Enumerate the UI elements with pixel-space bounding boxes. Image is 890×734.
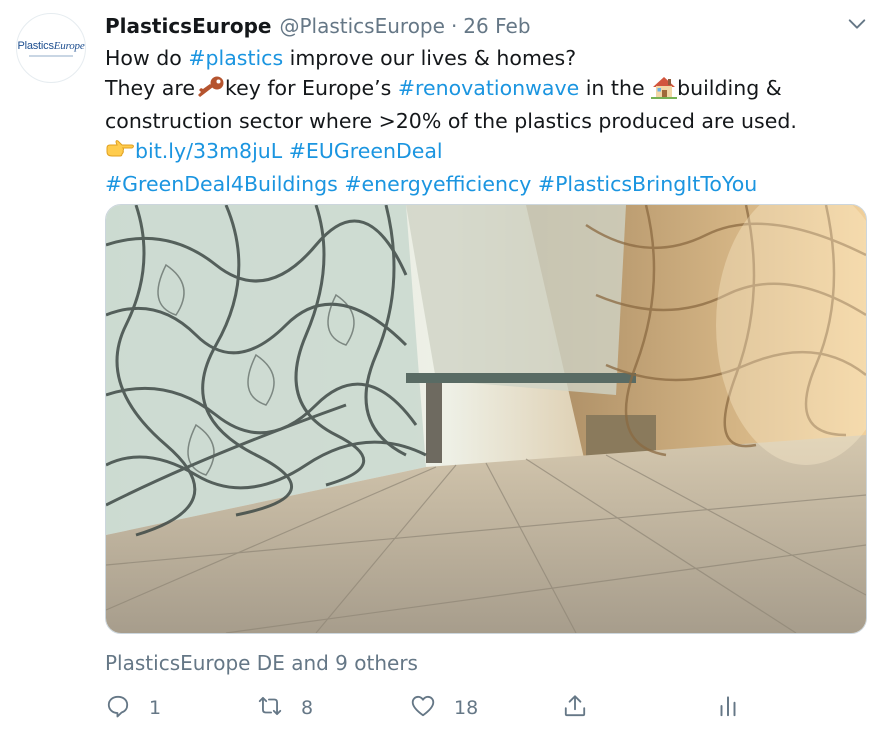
tweet-line-5: #GreenDeal4Buildings #energyefficiency #…: [105, 170, 865, 200]
reply-button[interactable]: 1: [105, 690, 161, 726]
avatar-logo: PlasticsEurope: [17, 39, 85, 52]
hashtag-energyefficiency[interactable]: #energyefficiency: [344, 172, 531, 196]
tweet-image[interactable]: [105, 204, 867, 634]
avatar[interactable]: PlasticsEurope: [16, 13, 86, 83]
header-separator: ·: [450, 14, 458, 38]
tweet-actions: 1 8 18: [105, 690, 765, 726]
text-segment: in the: [579, 75, 652, 100]
like-button[interactable]: 18: [410, 690, 478, 726]
share-button[interactable]: [562, 690, 588, 726]
hashtag-eugreendeal[interactable]: #EUGreenDeal: [289, 139, 443, 163]
author-handle[interactable]: @PlasticsEurope: [279, 14, 444, 38]
retweet-button[interactable]: 8: [257, 690, 313, 726]
like-icon: [410, 693, 436, 724]
hashtag-plastics[interactable]: #plastics: [188, 46, 283, 70]
tweet-line-1: How do #plastics improve our lives & hom…: [105, 44, 865, 74]
text-segment: How do: [105, 46, 189, 70]
tweet-header: PlasticsEurope @PlasticsEurope · 26 Feb: [105, 12, 531, 40]
text-segment: building &: [677, 75, 782, 100]
pointing-right-emoji: [105, 138, 135, 171]
short-link[interactable]: bit.ly/33m8juL: [135, 139, 282, 163]
text-segment: improve our lives & homes?: [283, 46, 577, 70]
analytics-button[interactable]: [715, 690, 741, 726]
retweet-count: 8: [301, 697, 314, 719]
tweet-text: How do #plastics improve our lives & hom…: [105, 44, 865, 200]
hashtag-renovationwave[interactable]: #renovationwave: [398, 76, 579, 100]
tweet-line-3: construction sector where >20% of the pl…: [105, 109, 797, 133]
key-emoji: [195, 75, 225, 108]
share-icon: [562, 693, 588, 724]
analytics-icon: [715, 693, 741, 724]
tweet-date[interactable]: 26 Feb: [463, 14, 530, 38]
avatar-logo-underline: [29, 54, 73, 57]
tweet-line-4: bit.ly/33m8juL #EUGreenDeal: [105, 137, 865, 171]
liked-by-summary[interactable]: PlasticsEurope DE and 9 others: [105, 651, 418, 675]
tweet-line-2: They are key for Europe’s #renovationwave…: [105, 74, 865, 108]
house-emoji: [651, 75, 678, 108]
reply-icon: [105, 693, 131, 724]
reply-count: 1: [149, 697, 162, 719]
text-segment: They are: [105, 75, 195, 100]
text-segment: key for Europe’s: [224, 75, 398, 100]
retweet-icon: [257, 693, 283, 724]
like-count: 18: [454, 697, 479, 719]
caret-down-icon[interactable]: [846, 13, 868, 35]
author-name[interactable]: PlasticsEurope: [105, 14, 271, 38]
hashtag-greendeal4buildings[interactable]: #GreenDeal4Buildings: [105, 172, 338, 196]
hashtag-plasticsbringittoyou[interactable]: #PlasticsBringItToYou: [538, 172, 757, 196]
